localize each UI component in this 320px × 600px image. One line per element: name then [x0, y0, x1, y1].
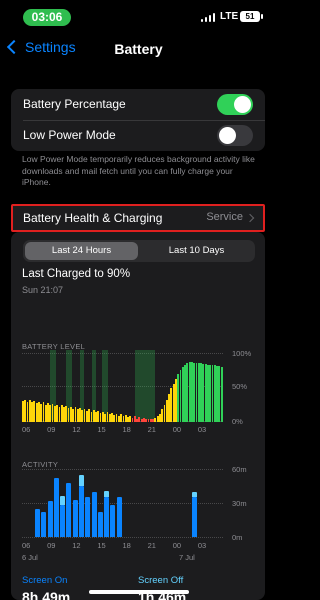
low-power-mode-row: Low Power Mode	[11, 120, 265, 151]
battery-x-tick: 15	[97, 425, 106, 434]
activity-screen-off-bar	[60, 496, 66, 506]
toggle-knob	[234, 96, 251, 113]
activity-screen-on-bar	[60, 505, 66, 537]
tab-last-10-days[interactable]: Last 10 Days	[140, 242, 253, 260]
battery-icon: 51	[240, 11, 263, 22]
battery-settings-group: Battery Percentage Low Power Mode	[11, 89, 265, 151]
activity-screen-on-bar	[72, 499, 78, 537]
activity-chart	[22, 467, 223, 537]
cellular-signal-icon	[201, 13, 215, 22]
battery-x-tick: 00	[172, 425, 182, 434]
activity-screen-on-bar	[192, 497, 198, 537]
activity-screen-on-bar	[85, 497, 91, 537]
grid-line	[22, 537, 223, 538]
status-time[interactable]: 03:06	[23, 9, 71, 26]
activity-screen-on-bar	[53, 478, 59, 537]
tab-last-24-hours[interactable]: Last 24 Hours	[25, 242, 138, 260]
battery-level-bar	[220, 366, 223, 422]
activity-y-tick: 60m	[232, 465, 247, 474]
network-type: LTE	[220, 11, 239, 22]
activity-screen-on-bar	[35, 508, 41, 537]
charging-zone	[134, 350, 155, 420]
screen-on-value: 8h 49m	[22, 589, 71, 600]
status-bar: 03:06 LTE 51	[0, 0, 277, 34]
low-power-mode-label: Low Power Mode	[23, 128, 116, 142]
activity-x-tick: 06	[22, 541, 31, 550]
activity-x-tick: 03	[197, 541, 207, 550]
activity-screen-on-bar	[116, 497, 122, 537]
activity-screen-on-bar	[97, 512, 103, 537]
page-title: Battery	[114, 41, 163, 57]
screen-off-label: Screen Off	[138, 575, 184, 586]
screen-on-label: Screen On	[22, 575, 68, 586]
activity-x-tick: 00	[172, 541, 182, 550]
low-power-mode-toggle[interactable]	[217, 125, 253, 146]
battery-x-tick: 12	[72, 425, 81, 434]
activity-screen-on-bar	[79, 486, 85, 537]
battery-percentage-label: Battery Percentage	[23, 97, 126, 111]
activity-x-tick: 12	[72, 541, 81, 550]
battery-x-tick: 09	[47, 425, 56, 434]
activity-screen-on-bar	[41, 512, 47, 537]
activity-screen-off-bar	[79, 474, 85, 486]
navigation-bar: Settings Battery	[0, 34, 277, 64]
battery-x-tick: 06	[22, 425, 31, 434]
battery-x-tick: 03	[197, 425, 207, 434]
last-charged-time: Sun 21:07	[22, 285, 64, 295]
activity-x-tick: 21	[147, 541, 156, 550]
time-range-segmented-control: Last 24 Hours Last 10 Days	[23, 240, 255, 262]
activity-screen-on-bar	[91, 491, 97, 537]
battery-y-tick: 50%	[232, 382, 248, 391]
battery-percentage-toggle[interactable]	[217, 94, 253, 115]
last-charged-title: Last Charged to 90%	[22, 268, 131, 280]
highlight-box	[11, 204, 265, 232]
activity-x-tick: 09	[47, 541, 56, 550]
activity-date-label: 7 Jul	[179, 553, 195, 562]
activity-date-label: 6 Jul	[22, 553, 38, 562]
activity-y-tick: 30m	[232, 499, 247, 508]
activity-screen-on-bar	[104, 497, 110, 537]
activity-screen-off-bar	[192, 491, 198, 498]
activity-y-tick: 0m	[232, 533, 243, 542]
activity-x-tick: 18	[122, 541, 131, 550]
activity-x-tick: 15	[97, 541, 106, 550]
low-power-footnote: Low Power Mode temporarily reduces backg…	[22, 154, 255, 187]
battery-y-tick: 0%	[232, 417, 243, 426]
battery-x-tick: 18	[122, 425, 131, 434]
battery-y-tick: 100%	[232, 349, 252, 358]
battery-level-chart	[22, 350, 223, 422]
activity-screen-on-bar	[47, 500, 53, 537]
battery-usage-card: Last 24 Hours Last 10 Days Last Charged …	[11, 232, 265, 600]
battery-percentage-row: Battery Percentage	[11, 89, 265, 121]
charging-zone	[102, 350, 109, 420]
battery-x-tick: 21	[147, 425, 156, 434]
activity-screen-on-bar	[66, 482, 72, 537]
activity-screen-on-bar	[110, 505, 116, 537]
activity-screen-off-bar	[104, 490, 110, 498]
home-indicator[interactable]	[89, 590, 189, 594]
toggle-knob	[219, 127, 236, 144]
